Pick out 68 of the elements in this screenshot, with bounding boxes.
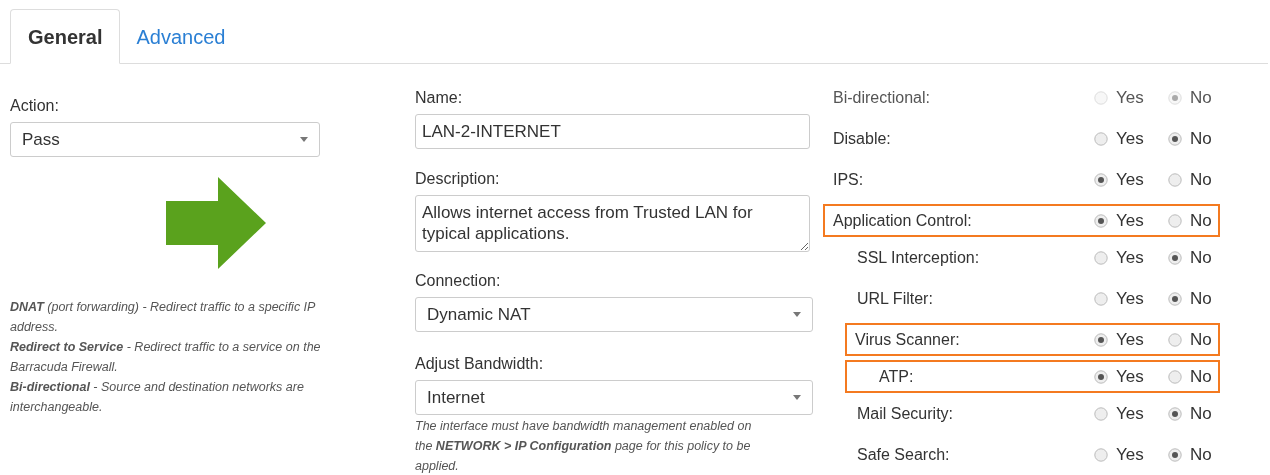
text-area[interactable]: Allows internet access from Trusted LAN for typical applications. bbox=[415, 195, 810, 252]
radio-button[interactable] bbox=[1094, 369, 1108, 384]
help-text: Bi-directional - Source and destination networks are interchangeable. bbox=[10, 379, 305, 416]
radio-button[interactable] bbox=[1094, 332, 1108, 347]
radio-button[interactable] bbox=[1168, 447, 1182, 462]
radio-button[interactable] bbox=[1168, 172, 1182, 187]
radio-button[interactable] bbox=[1168, 291, 1182, 306]
option-label[interactable]: No bbox=[1190, 326, 1212, 353]
option-label[interactable]: Yes bbox=[1116, 125, 1144, 152]
option-label[interactable]: No bbox=[1190, 166, 1212, 193]
help-text: The interface must have bandwidth management enabled on the NETWORK > IP Configuration page for this policy to be applied. bbox=[415, 418, 753, 475]
dropdown[interactable]: Dynamic NAT bbox=[415, 297, 813, 332]
radio-button[interactable] bbox=[1168, 332, 1182, 347]
radio-button[interactable] bbox=[1168, 369, 1182, 384]
option-label[interactable]: No bbox=[1190, 400, 1212, 427]
caret-icon bbox=[793, 395, 801, 400]
setting-label: URL Filter: bbox=[856, 288, 934, 309]
help-text: DNAT (port forwarding) - Redirect traffic to a specific IP address. bbox=[10, 299, 317, 336]
setting-label: IPS: bbox=[832, 169, 865, 190]
caret-icon bbox=[793, 312, 801, 317]
radio-button[interactable] bbox=[1094, 447, 1108, 462]
caret-icon bbox=[300, 137, 308, 142]
option-label: Yes bbox=[1116, 86, 1144, 109]
radio-button[interactable] bbox=[1094, 250, 1108, 265]
option-label[interactable]: Yes bbox=[1116, 207, 1144, 234]
setting-label: Application Control: bbox=[832, 210, 973, 231]
field-label: Action: bbox=[10, 96, 60, 116]
arrow-icon bbox=[166, 177, 266, 269]
text-input[interactable]: LAN-2-INTERNET bbox=[415, 114, 810, 149]
setting-label: Virus Scanner: bbox=[854, 329, 961, 350]
setting-label: Mail Security: bbox=[856, 403, 955, 424]
field-label: Description: bbox=[415, 169, 501, 189]
field-label: Adjust Bandwidth: bbox=[415, 354, 545, 374]
setting-label: Disable: bbox=[832, 128, 892, 149]
option-label[interactable]: Yes bbox=[1116, 326, 1144, 353]
option-label[interactable]: No bbox=[1190, 244, 1212, 271]
option-label[interactable]: Yes bbox=[1116, 244, 1144, 271]
option-label[interactable]: Yes bbox=[1116, 363, 1144, 390]
radio-button[interactable] bbox=[1094, 131, 1108, 146]
option-label[interactable]: No bbox=[1190, 363, 1212, 390]
field-label: Connection: bbox=[415, 271, 502, 291]
option-label[interactable]: No bbox=[1190, 207, 1212, 234]
option-label[interactable]: No bbox=[1190, 441, 1212, 468]
radio-button[interactable] bbox=[1168, 131, 1182, 146]
option-label[interactable]: No bbox=[1190, 285, 1212, 312]
setting-label: Safe Search: bbox=[856, 444, 951, 465]
field-label: Name: bbox=[415, 88, 464, 108]
radio-button[interactable] bbox=[1094, 213, 1108, 228]
radio-button[interactable] bbox=[1168, 250, 1182, 265]
dropdown[interactable]: Pass bbox=[10, 122, 320, 157]
option-label[interactable]: Yes bbox=[1116, 166, 1144, 193]
option-label[interactable]: Yes bbox=[1116, 400, 1144, 427]
setting-label: SSL Interception: bbox=[856, 247, 981, 268]
setting-label: ATP: bbox=[878, 366, 915, 387]
option-label: No bbox=[1190, 86, 1212, 109]
radio-button[interactable] bbox=[1094, 406, 1108, 421]
radio-button[interactable] bbox=[1094, 291, 1108, 306]
option-label[interactable]: Yes bbox=[1116, 285, 1144, 312]
help-text: Redirect to Service - Redirect traffic to a service on the Barracuda Firewall. bbox=[10, 339, 322, 376]
option-label[interactable]: No bbox=[1190, 125, 1212, 152]
radio-button[interactable] bbox=[1168, 406, 1182, 421]
tab[interactable]: Advanced bbox=[120, 9, 242, 64]
radio-button[interactable] bbox=[1094, 172, 1108, 187]
tab[interactable]: General bbox=[10, 9, 121, 64]
setting-label: Bi-directional: bbox=[832, 87, 931, 108]
radio-button[interactable] bbox=[1168, 213, 1182, 228]
option-label[interactable]: Yes bbox=[1116, 441, 1144, 468]
dropdown[interactable]: Internet bbox=[415, 380, 813, 415]
